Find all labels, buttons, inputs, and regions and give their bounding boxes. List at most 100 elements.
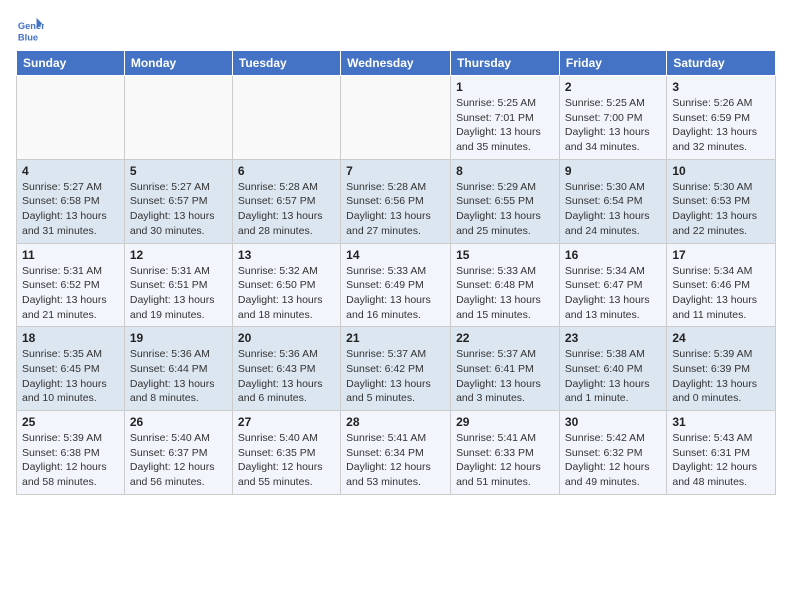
calendar-cell: 7 Sunrise: 5:28 AM Sunset: 6:56 PM Daylig… [341,159,451,243]
day-number: 25 [22,415,119,429]
day-info: Sunrise: 5:40 AM Sunset: 6:37 PM Dayligh… [130,431,227,490]
day-number: 20 [238,331,335,345]
day-number: 13 [238,248,335,262]
day-info: Sunrise: 5:39 AM Sunset: 6:39 PM Dayligh… [672,347,770,406]
calendar-cell: 9 Sunrise: 5:30 AM Sunset: 6:54 PM Daylig… [559,159,666,243]
day-number: 22 [456,331,554,345]
day-info: Sunrise: 5:33 AM Sunset: 6:48 PM Dayligh… [456,264,554,323]
day-number: 2 [565,80,661,94]
day-info: Sunrise: 5:34 AM Sunset: 6:46 PM Dayligh… [672,264,770,323]
day-info: Sunrise: 5:39 AM Sunset: 6:38 PM Dayligh… [22,431,119,490]
day-number: 31 [672,415,770,429]
day-number: 21 [346,331,445,345]
day-info: Sunrise: 5:29 AM Sunset: 6:55 PM Dayligh… [456,180,554,239]
day-info: Sunrise: 5:28 AM Sunset: 6:56 PM Dayligh… [346,180,445,239]
calendar-cell: 15 Sunrise: 5:33 AM Sunset: 6:48 PM Dayli… [451,243,560,327]
day-info: Sunrise: 5:41 AM Sunset: 6:34 PM Dayligh… [346,431,445,490]
svg-text:Blue: Blue [18,32,38,42]
day-number: 7 [346,164,445,178]
calendar-cell: 24 Sunrise: 5:39 AM Sunset: 6:39 PM Dayli… [667,327,776,411]
day-info: Sunrise: 5:27 AM Sunset: 6:58 PM Dayligh… [22,180,119,239]
day-number: 15 [456,248,554,262]
day-number: 23 [565,331,661,345]
day-info: Sunrise: 5:31 AM Sunset: 6:51 PM Dayligh… [130,264,227,323]
calendar-cell: 12 Sunrise: 5:31 AM Sunset: 6:51 PM Dayli… [124,243,232,327]
calendar-cell: 1 Sunrise: 5:25 AM Sunset: 7:01 PM Daylig… [451,76,560,160]
calendar-cell: 19Sunrise: 5:36 AM Sunset: 6:44 PM Dayli… [124,327,232,411]
day-info: Sunrise: 5:41 AM Sunset: 6:33 PM Dayligh… [456,431,554,490]
calendar-cell: 26 Sunrise: 5:40 AM Sunset: 6:37 PM Dayli… [124,411,232,495]
day-info: Sunrise: 5:33 AM Sunset: 6:49 PM Dayligh… [346,264,445,323]
calendar-cell: 2 Sunrise: 5:25 AM Sunset: 7:00 PM Daylig… [559,76,666,160]
weekday-header-friday: Friday [559,51,666,76]
day-info: Sunrise: 5:30 AM Sunset: 6:54 PM Dayligh… [565,180,661,239]
weekday-header-monday: Monday [124,51,232,76]
day-info: Sunrise: 5:36 AM Sunset: 6:43 PM Dayligh… [238,347,335,406]
calendar-cell: 20 Sunrise: 5:36 AM Sunset: 6:43 PM Dayli… [232,327,340,411]
calendar-cell: 16 Sunrise: 5:34 AM Sunset: 6:47 PM Dayli… [559,243,666,327]
day-number: 18 [22,331,119,345]
day-number: 11 [22,248,119,262]
day-number: 6 [238,164,335,178]
calendar-cell: 6 Sunrise: 5:28 AM Sunset: 6:57 PM Daylig… [232,159,340,243]
day-number: 9 [565,164,661,178]
day-info: Sunrise: 5:42 AM Sunset: 6:32 PM Dayligh… [565,431,661,490]
calendar-cell: 11 Sunrise: 5:31 AM Sunset: 6:52 PM Dayli… [17,243,125,327]
calendar-cell: 30 Sunrise: 5:42 AM Sunset: 6:32 PM Dayli… [559,411,666,495]
day-number: 30 [565,415,661,429]
day-info: Sunrise: 5:35 AM Sunset: 6:45 PM Dayligh… [22,347,119,406]
day-info: Sunrise: 5:40 AM Sunset: 6:35 PM Dayligh… [238,431,335,490]
calendar-cell: 18 Sunrise: 5:35 AM Sunset: 6:45 PM Dayli… [17,327,125,411]
day-number: 14 [346,248,445,262]
calendar-cell: 14 Sunrise: 5:33 AM Sunset: 6:49 PM Dayli… [341,243,451,327]
day-info: Sunrise: 5:37 AM Sunset: 6:41 PM Dayligh… [456,347,554,406]
calendar-cell [124,76,232,160]
calendar-cell: 8 Sunrise: 5:29 AM Sunset: 6:55 PM Daylig… [451,159,560,243]
day-info: Sunrise: 5:37 AM Sunset: 6:42 PM Dayligh… [346,347,445,406]
calendar-cell: 28 Sunrise: 5:41 AM Sunset: 6:34 PM Dayli… [341,411,451,495]
calendar-cell [341,76,451,160]
calendar-cell: 27 Sunrise: 5:40 AM Sunset: 6:35 PM Dayli… [232,411,340,495]
day-number: 5 [130,164,227,178]
weekday-header-saturday: Saturday [667,51,776,76]
day-number: 16 [565,248,661,262]
day-info: Sunrise: 5:34 AM Sunset: 6:47 PM Dayligh… [565,264,661,323]
calendar-cell: 25 Sunrise: 5:39 AM Sunset: 6:38 PM Dayli… [17,411,125,495]
day-number: 3 [672,80,770,94]
weekday-header-sunday: Sunday [17,51,125,76]
day-info: Sunrise: 5:28 AM Sunset: 6:57 PM Dayligh… [238,180,335,239]
calendar-table: SundayMondayTuesdayWednesdayThursdayFrid… [16,50,776,495]
calendar-cell: 4 Sunrise: 5:27 AM Sunset: 6:58 PM Daylig… [17,159,125,243]
calendar-cell: 23 Sunrise: 5:38 AM Sunset: 6:40 PM Dayli… [559,327,666,411]
day-number: 28 [346,415,445,429]
calendar-cell: 29Sunrise: 5:41 AM Sunset: 6:33 PM Dayli… [451,411,560,495]
day-number: 1 [456,80,554,94]
day-number: 26 [130,415,227,429]
day-number: 8 [456,164,554,178]
header: General Blue [16,16,776,44]
day-info: Sunrise: 5:38 AM Sunset: 6:40 PM Dayligh… [565,347,661,406]
day-number: 27 [238,415,335,429]
logo-icon: General Blue [16,16,44,44]
logo: General Blue [16,16,48,44]
day-info: Sunrise: 5:27 AM Sunset: 6:57 PM Dayligh… [130,180,227,239]
day-info: Sunrise: 5:36 AM Sunset: 6:44 PM Dayligh… [130,347,227,406]
day-info: Sunrise: 5:43 AM Sunset: 6:31 PM Dayligh… [672,431,770,490]
calendar-cell: 22 Sunrise: 5:37 AM Sunset: 6:41 PM Dayli… [451,327,560,411]
day-info: Sunrise: 5:25 AM Sunset: 7:00 PM Dayligh… [565,96,661,155]
day-info: Sunrise: 5:31 AM Sunset: 6:52 PM Dayligh… [22,264,119,323]
day-number: 10 [672,164,770,178]
calendar-cell [232,76,340,160]
day-number: 4 [22,164,119,178]
calendar-cell: 31 Sunrise: 5:43 AM Sunset: 6:31 PM Dayli… [667,411,776,495]
calendar-cell: 13 Sunrise: 5:32 AM Sunset: 6:50 PM Dayli… [232,243,340,327]
calendar-cell [17,76,125,160]
day-number: 17 [672,248,770,262]
day-info: Sunrise: 5:32 AM Sunset: 6:50 PM Dayligh… [238,264,335,323]
calendar-cell: 3 Sunrise: 5:26 AM Sunset: 6:59 PM Daylig… [667,76,776,160]
weekday-header-thursday: Thursday [451,51,560,76]
day-info: Sunrise: 5:26 AM Sunset: 6:59 PM Dayligh… [672,96,770,155]
day-info: Sunrise: 5:25 AM Sunset: 7:01 PM Dayligh… [456,96,554,155]
day-number: 24 [672,331,770,345]
day-number: 12 [130,248,227,262]
